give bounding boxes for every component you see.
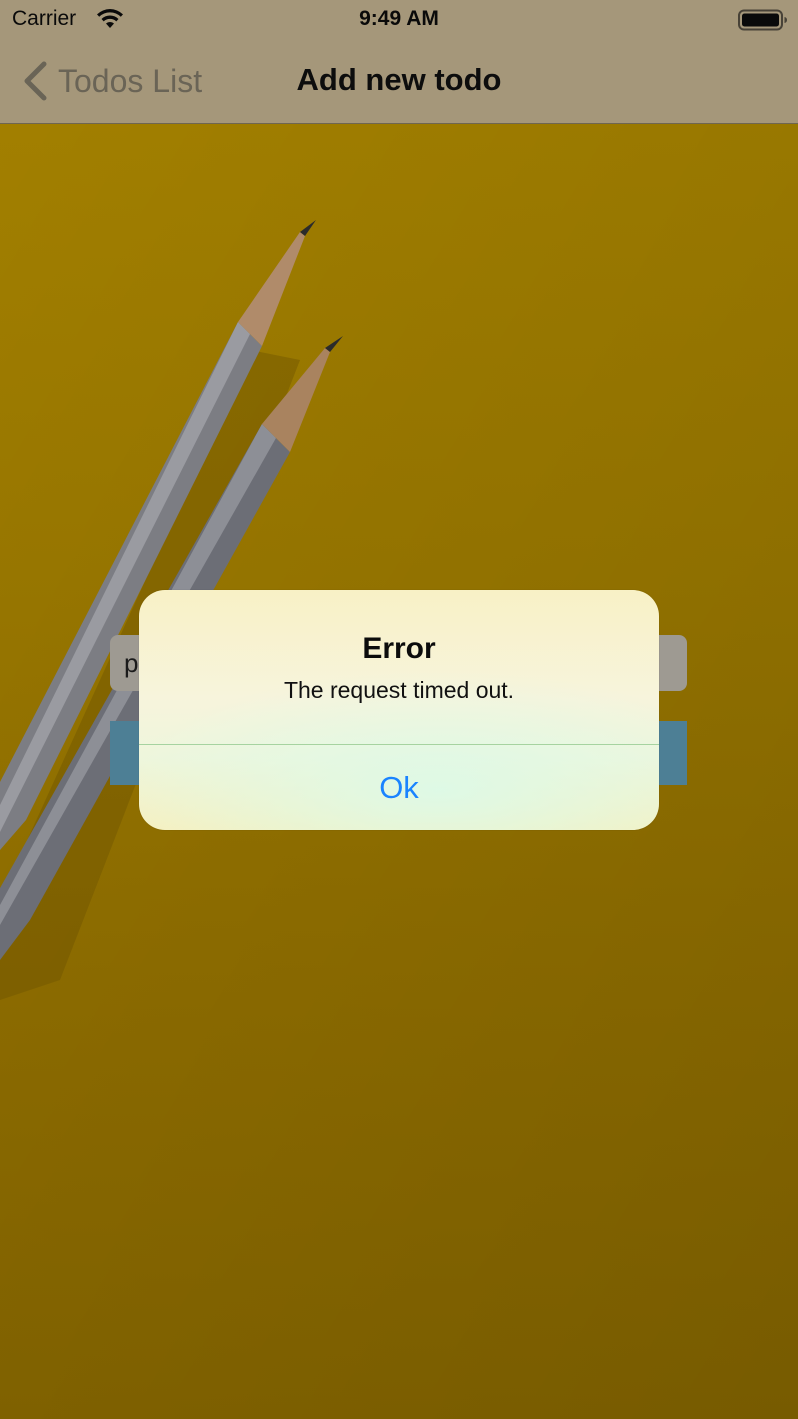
battery-full-icon xyxy=(738,9,787,31)
status-time: 9:49 AM xyxy=(359,7,439,30)
page-title: Add new todo xyxy=(296,62,502,97)
status-bar: Carrier 9:49 AM xyxy=(0,0,798,40)
alert-message: The request timed out. xyxy=(283,677,515,703)
alert-title: Error xyxy=(362,632,436,665)
alert-ok-button[interactable]: Ok xyxy=(139,745,659,830)
navigation-bar: Todos List Add new todo xyxy=(0,40,798,124)
error-alert: Error The request timed out. Ok xyxy=(139,590,659,830)
